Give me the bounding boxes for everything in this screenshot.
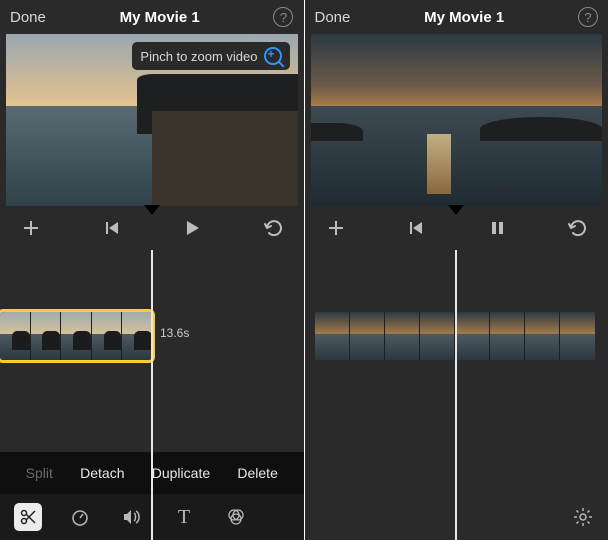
pause-button[interactable] (484, 215, 510, 241)
clip-selected[interactable] (0, 312, 152, 360)
zoom-tooltip: Pinch to zoom video (132, 42, 289, 70)
detach-button[interactable]: Detach (80, 465, 124, 481)
playhead[interactable] (455, 250, 457, 540)
add-media-button[interactable] (323, 215, 349, 241)
skip-back-button[interactable] (403, 215, 429, 241)
header: Done My Movie 1 ? (305, 0, 608, 34)
editor-panel-right: Done My Movie 1 ? (305, 0, 608, 540)
settings-button[interactable] (570, 504, 596, 530)
tooltip-text: Pinch to zoom video (140, 49, 257, 64)
split-button[interactable]: Split (26, 465, 53, 481)
duplicate-button[interactable]: Duplicate (152, 465, 210, 481)
play-button[interactable] (179, 215, 205, 241)
filters-tool[interactable] (222, 503, 250, 531)
help-button[interactable]: ? (578, 7, 598, 27)
video-preview[interactable] (311, 34, 603, 206)
project-title: My Movie 1 (120, 9, 200, 26)
help-button[interactable]: ? (273, 7, 293, 27)
video-preview[interactable]: Pinch to zoom video (6, 34, 298, 206)
done-button[interactable]: Done (10, 9, 46, 26)
scissors-tool[interactable] (14, 503, 42, 531)
timeline[interactable] (305, 250, 608, 540)
done-button[interactable]: Done (315, 9, 351, 26)
undo-button[interactable] (564, 215, 590, 241)
speed-tool[interactable] (66, 503, 94, 531)
add-media-button[interactable] (18, 215, 44, 241)
playhead-notch (448, 205, 464, 215)
playhead-notch (144, 205, 160, 215)
undo-button[interactable] (260, 215, 286, 241)
skip-back-button[interactable] (99, 215, 125, 241)
project-title: My Movie 1 (424, 9, 504, 26)
volume-tool[interactable] (118, 503, 146, 531)
delete-button[interactable]: Delete (237, 465, 277, 481)
playhead[interactable] (151, 250, 153, 540)
magnify-icon (264, 47, 282, 65)
editor-panel-left: Done My Movie 1 ? Pinch to zoom video (0, 0, 305, 540)
text-tool[interactable]: T (170, 503, 198, 531)
header: Done My Movie 1 ? (0, 0, 304, 34)
clip-duration: 13.6s (160, 326, 189, 340)
